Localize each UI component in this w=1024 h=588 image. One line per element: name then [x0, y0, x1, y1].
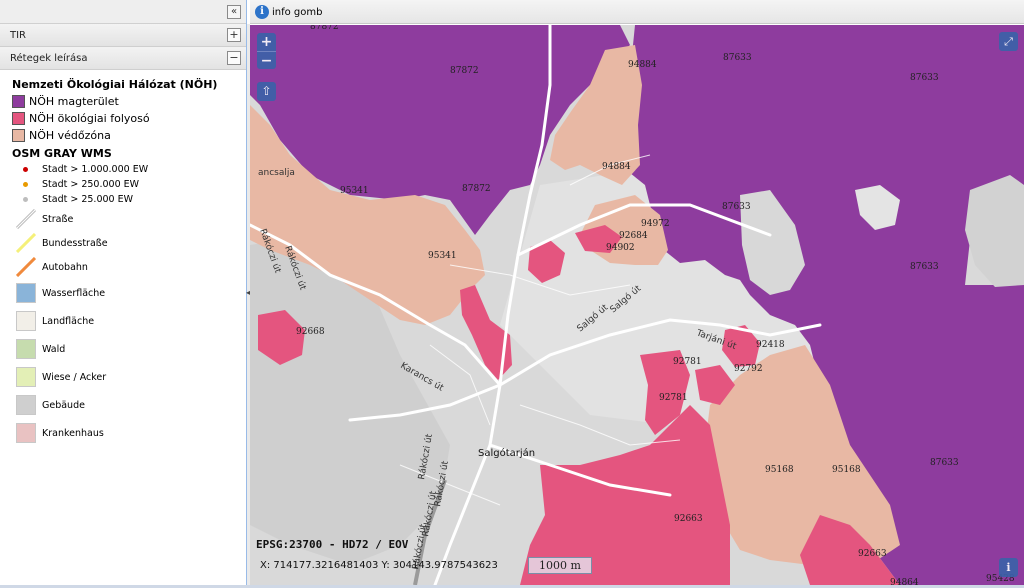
zoom-out-button[interactable]: −	[257, 51, 276, 69]
area-code-label: 92684	[619, 231, 648, 241]
area-code-label: 94884	[602, 162, 631, 172]
map-toolbar: i info gomb	[250, 0, 1024, 24]
osm-legend-label: Straße	[42, 213, 74, 225]
osm-legend-symbol	[16, 339, 36, 359]
zoom-control: + −	[257, 33, 276, 69]
osm-legend-label: Wiese / Acker	[42, 371, 107, 383]
osm-legend-item: Stadt > 25.000 EW	[12, 192, 246, 207]
area-code-label: 87633	[910, 73, 939, 83]
noh-legend-swatch	[12, 112, 25, 125]
area-code-label: 95341	[340, 186, 369, 196]
expand-tir-button[interactable]: +	[227, 28, 241, 42]
osm-legend-label: Wald	[42, 343, 66, 355]
info-icon: i	[255, 5, 269, 19]
section-tir[interactable]: TIR +	[0, 24, 246, 47]
osm-legend-item: Stadt > 1.000.000 EW	[12, 162, 246, 177]
collapse-layer-description-button[interactable]: −	[227, 51, 241, 65]
area-code-label: 92418	[756, 340, 785, 350]
noh-legend-item: NÖH ökológiai folyosó	[12, 110, 246, 127]
area-code-label: 94864	[890, 578, 919, 585]
osm-legend-label: Stadt > 1.000.000 EW	[42, 164, 149, 175]
osm-legend-symbol	[15, 208, 37, 230]
osm-legend-title: OSM GRAY WMS	[12, 147, 112, 160]
section-layer-description-label: Rétegek leírása	[10, 53, 88, 64]
osm-legend-label: Bundesstraße	[42, 237, 108, 249]
fullscreen-icon[interactable]: ⤢	[999, 32, 1018, 51]
area-code-label: 87872	[310, 25, 339, 32]
osm-legend-item: Wiese / Acker	[12, 363, 246, 391]
osm-legend-item: Straße	[12, 207, 246, 231]
area-code-label: 87633	[930, 458, 959, 468]
osm-legend-label: Landfläche	[42, 315, 95, 327]
area-code-label: 92663	[674, 514, 703, 524]
area-code-label: 87633	[722, 202, 751, 212]
osm-legend-label: Stadt > 25.000 EW	[42, 194, 133, 205]
osm-legend-symbol	[16, 192, 36, 207]
osm-legend-symbol	[16, 283, 36, 303]
area-code-label: 92663	[858, 549, 887, 559]
osm-legend-label: Gebäude	[42, 399, 85, 411]
map-canvas[interactable]: 87872 87872 87872 94884 94884 87633 87633 87633…	[250, 25, 1024, 585]
osm-legend-item: Krankenhaus	[12, 419, 246, 447]
info-button-label: info gomb	[272, 6, 323, 18]
osm-legend-symbol	[16, 423, 36, 443]
info-button[interactable]: i info gomb	[255, 4, 323, 20]
area-code-label: 87872	[450, 66, 479, 76]
noh-legend-title: Nemzeti Ökológiai Hálózat (NÖH)	[12, 78, 218, 91]
area-code-label: 92781	[673, 357, 702, 367]
osm-legend-label: Krankenhaus	[42, 427, 104, 439]
cursor-coordinates: X: 714177.3216481403 Y: 304143.978754362…	[260, 560, 498, 571]
osm-legend-label: Stadt > 250.000 EW	[42, 179, 140, 190]
layer-panel: « TIR + Rétegek leírása − Nemzeti Ökológ…	[0, 0, 247, 588]
noh-legend-item: NÖH magterület	[12, 93, 246, 110]
area-code-label: 94884	[628, 60, 657, 70]
osm-legend-symbol	[15, 256, 37, 278]
osm-legend-item: Stadt > 250.000 EW	[12, 177, 246, 192]
noh-legend-label: NÖH ökológiai folyosó	[29, 112, 150, 125]
area-code-label: 95168	[765, 465, 794, 475]
legend: Nemzeti Ökológiai Hálózat (NÖH) NÖH magt…	[0, 70, 246, 447]
noh-legend-swatch	[12, 95, 25, 108]
place-label: ancsalja	[258, 168, 295, 178]
noh-legend-label: NÖH védőzóna	[29, 129, 111, 142]
panel-header: «	[0, 0, 246, 24]
zoom-in-button[interactable]: +	[257, 33, 276, 51]
osm-legend-symbol	[16, 311, 36, 331]
collapse-panel-button[interactable]: «	[227, 5, 241, 19]
area-code-label: 92792	[734, 364, 763, 374]
area-code-label: 87633	[723, 53, 752, 63]
area-code-label: 94902	[606, 243, 635, 253]
attribution-info-icon[interactable]: i	[999, 558, 1018, 577]
area-code-label: 95341	[428, 251, 457, 261]
osm-legend-symbol	[16, 177, 36, 192]
noh-legend-item: NÖH védőzóna	[12, 127, 246, 144]
osm-legend-item: Autobahn	[12, 255, 246, 279]
osm-legend-symbol	[16, 162, 36, 177]
area-code-label: 87633	[910, 262, 939, 272]
osm-legend-item: Bundesstraße	[12, 231, 246, 255]
noh-legend-swatch	[12, 129, 25, 142]
osm-legend-item: Wald	[12, 335, 246, 363]
area-code-label: 87872	[462, 184, 491, 194]
scale-bar: 1000 m	[528, 557, 592, 574]
osm-legend-label: Wasserfläche	[42, 287, 106, 299]
area-code-label: 92781	[659, 393, 688, 403]
section-layer-description[interactable]: Rétegek leírása −	[0, 47, 246, 70]
noh-legend-label: NÖH magterület	[29, 95, 119, 108]
osm-legend-symbol	[16, 367, 36, 387]
area-code-label: 94972	[641, 219, 670, 229]
crs-label: EPSG:23700 - HD72 / EOV	[256, 538, 409, 551]
area-code-label: 95168	[832, 465, 861, 475]
osm-legend-symbol	[15, 232, 37, 254]
zoom-extent-icon[interactable]: ⇧	[257, 82, 276, 101]
osm-legend-symbol	[16, 395, 36, 415]
section-tir-label: TIR	[10, 30, 27, 41]
area-code-label: 92668	[296, 327, 325, 337]
map-layers: 87872 87872 87872 94884 94884 87633 87633 87633…	[250, 25, 1024, 585]
osm-legend-label: Autobahn	[42, 261, 88, 273]
osm-legend-item: Gebäude	[12, 391, 246, 419]
place-label: Salgótarján	[478, 447, 535, 459]
osm-legend-item: Landfläche	[12, 307, 246, 335]
osm-legend-item: Wasserfläche	[12, 279, 246, 307]
